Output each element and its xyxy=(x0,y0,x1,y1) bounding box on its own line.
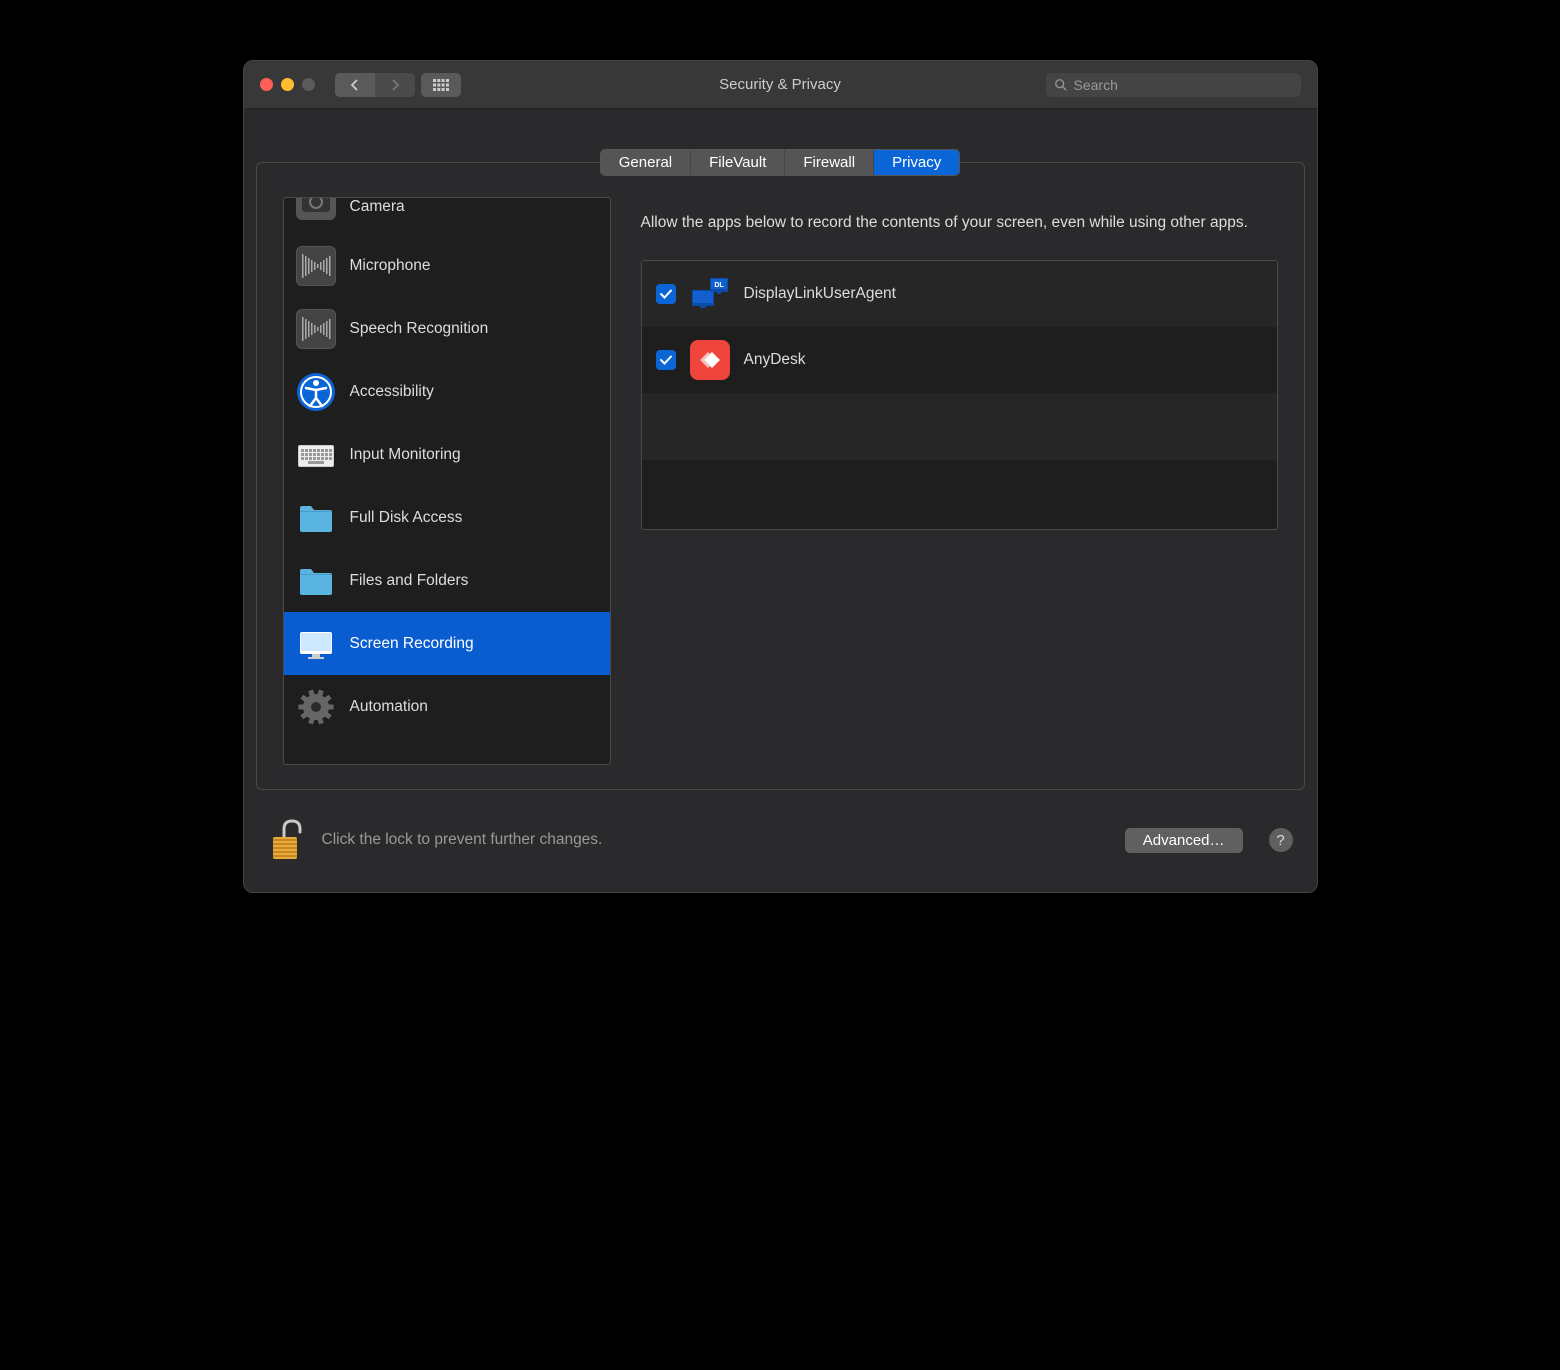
check-icon xyxy=(659,287,673,301)
close-window-button[interactable] xyxy=(260,78,273,91)
sidebar-item-label: Input Monitoring xyxy=(350,446,461,464)
app-row-anydesk[interactable]: AnyDesk xyxy=(642,327,1277,393)
body-area: GeneralFileVaultFirewallPrivacy Camera M… xyxy=(244,109,1317,892)
app-row-displaylinkuseragent[interactable]: DL DisplayLinkUserAgent xyxy=(642,261,1277,327)
advanced-button[interactable]: Advanced… xyxy=(1125,828,1243,853)
svg-text:DL: DL xyxy=(714,282,724,289)
help-button[interactable]: ? xyxy=(1269,828,1293,852)
show-all-button[interactable] xyxy=(421,73,461,97)
titlebar: Security & Privacy xyxy=(244,61,1317,109)
sidebar-item-screen-recording[interactable]: Screen Recording xyxy=(284,612,610,675)
sidebar-item-label: Files and Folders xyxy=(350,572,469,590)
displaylink-icon: DL xyxy=(690,274,730,314)
tabs: GeneralFileVaultFirewallPrivacy xyxy=(256,149,1305,176)
tab-filevault[interactable]: FileVault xyxy=(691,150,785,175)
sidebar-item-accessibility[interactable]: Accessibility xyxy=(284,360,610,423)
privacy-category-list[interactable]: Camera Microphone Speech Recognition Acce… xyxy=(283,197,611,765)
app-row-empty xyxy=(642,393,1277,460)
forward-button[interactable] xyxy=(375,73,415,97)
security-privacy-window: Security & Privacy GeneralFileVaultFirew… xyxy=(243,60,1318,893)
app-name-label: AnyDesk xyxy=(744,351,806,369)
back-button[interactable] xyxy=(335,73,375,97)
anydesk-icon xyxy=(690,340,730,380)
chevron-left-icon xyxy=(350,79,360,91)
sidebar-item-partial xyxy=(284,738,610,765)
window-title: Security & Privacy xyxy=(719,76,841,93)
minimize-window-button[interactable] xyxy=(281,78,294,91)
camera-icon xyxy=(296,197,336,220)
keyboard-icon xyxy=(296,435,336,475)
search-field-wrap[interactable] xyxy=(1046,73,1301,97)
tab-general[interactable]: General xyxy=(601,150,691,175)
sidebar-item-label: Automation xyxy=(350,698,428,716)
speech-icon xyxy=(296,309,336,349)
sidebar-item-label: Screen Recording xyxy=(350,635,474,653)
content-area: Allow the apps below to record the conte… xyxy=(623,197,1278,775)
sidebar-item-full-disk-access[interactable]: Full Disk Access xyxy=(284,486,610,549)
sidebar-item-files-and-folders[interactable]: Files and Folders xyxy=(284,549,610,612)
monitor-icon xyxy=(296,624,336,664)
check-icon xyxy=(659,353,673,367)
sidebar-item-label: Speech Recognition xyxy=(350,320,489,338)
tab-firewall[interactable]: Firewall xyxy=(785,150,874,175)
maximize-window-button[interactable] xyxy=(302,78,315,91)
sidebar-item-label: Camera xyxy=(350,198,405,216)
sidebar-item-speech-recognition[interactable]: Speech Recognition xyxy=(284,297,610,360)
accessibility-icon xyxy=(296,372,336,412)
search-icon xyxy=(1054,78,1068,92)
traffic-lights xyxy=(260,78,315,91)
sidebar-item-microphone[interactable]: Microphone xyxy=(284,234,610,297)
tab-privacy[interactable]: Privacy xyxy=(874,150,959,175)
sidebar-item-camera[interactable]: Camera xyxy=(284,198,610,234)
description-text: Allow the apps below to record the conte… xyxy=(641,211,1278,234)
chevron-right-icon xyxy=(390,79,400,91)
sidebar-item-input-monitoring[interactable]: Input Monitoring xyxy=(284,423,610,486)
toolbar-nav xyxy=(335,73,461,97)
microphone-icon xyxy=(296,246,336,286)
sidebar-item-label: Accessibility xyxy=(350,383,434,401)
app-list[interactable]: DL DisplayLinkUserAgent AnyDesk xyxy=(641,260,1278,530)
app-row-empty xyxy=(642,460,1277,527)
lock-button[interactable] xyxy=(268,818,308,862)
gear-icon xyxy=(296,687,336,727)
lock-text: Click the lock to prevent further change… xyxy=(322,831,603,849)
checkbox[interactable] xyxy=(656,284,676,304)
unlock-icon xyxy=(270,819,306,861)
app-name-label: DisplayLinkUserAgent xyxy=(744,285,897,303)
sidebar-item-label: Full Disk Access xyxy=(350,509,463,527)
search-input[interactable] xyxy=(1074,77,1293,93)
folder-icon xyxy=(296,498,336,538)
sidebar-item-label: Microphone xyxy=(350,257,431,275)
nav-group xyxy=(335,73,415,97)
sidebar-item-automation[interactable]: Automation xyxy=(284,675,610,738)
content-pane: Camera Microphone Speech Recognition Acce… xyxy=(256,162,1305,790)
folder-icon xyxy=(296,561,336,601)
grid-icon xyxy=(433,79,449,91)
checkbox[interactable] xyxy=(656,350,676,370)
footer: Click the lock to prevent further change… xyxy=(256,790,1305,880)
